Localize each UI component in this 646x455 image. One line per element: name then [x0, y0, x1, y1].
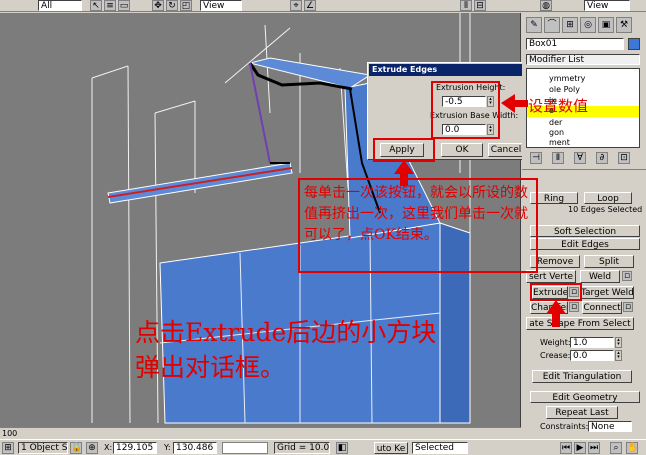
material-editor-icon[interactable]: ◍ [540, 0, 552, 11]
remove-modifier-icon[interactable]: ∂ [596, 152, 608, 164]
y-label: Y: [164, 443, 171, 452]
main-note-line1: 点击Extrude后边的小方块 [135, 318, 437, 347]
modify-tab-icon[interactable]: ⌒ [544, 17, 560, 33]
edit-geometry-rollout[interactable]: Edit Geometry [530, 391, 640, 403]
connect-settings-icon[interactable]: ▫ [623, 302, 633, 312]
dialog-titlebar[interactable]: Extrude Edges [369, 64, 525, 76]
x-label: X: [104, 443, 113, 452]
select-by-name-icon[interactable]: ≡ [104, 0, 116, 11]
split-button[interactable]: Split [584, 255, 634, 268]
rotate-icon[interactable]: ↻ [166, 0, 178, 11]
edit-triangulation-button[interactable]: Edit Triangulation [532, 370, 632, 383]
object-count-field: 1 Object S [18, 442, 68, 454]
weld-button[interactable]: Weld [580, 270, 620, 283]
z-field-icon[interactable] [222, 442, 268, 454]
configure-sets-icon[interactable]: ⊡ [618, 152, 630, 164]
stack-item-element[interactable]: ment [549, 138, 570, 147]
y-coordinate-field[interactable]: 130.486 [173, 442, 217, 454]
chamfer-button[interactable]: Chamfer [530, 301, 568, 314]
render-view-dropdown[interactable]: View [584, 0, 630, 11]
loop-button[interactable]: Loop [584, 192, 632, 204]
move-icon[interactable]: ✥ [152, 0, 164, 11]
constraints-dropdown[interactable]: None [588, 421, 632, 432]
main-note-line2: 弹出对话框。 [135, 353, 286, 382]
constraints-label: Constraints: [540, 422, 589, 431]
zoom-icon[interactable]: ⌕ [610, 442, 622, 454]
weight-spinner[interactable]: ▴ ▾ [615, 337, 622, 348]
stack-item-polygon[interactable]: gon [549, 128, 564, 137]
selection-filter-dropdown[interactable]: All [38, 0, 82, 11]
create-tab-icon[interactable]: ✎ [526, 17, 542, 33]
extrusion-values-highlight [431, 81, 500, 139]
cancel-button[interactable]: Cancel [488, 143, 524, 157]
edit-edges-rollout[interactable]: Edit Edges [530, 238, 640, 250]
pan-icon[interactable]: ✋ [626, 442, 638, 454]
chamfer-settings-icon[interactable]: ▫ [569, 302, 579, 312]
set-value-annotation: 设置数值 [528, 97, 589, 115]
crease-input[interactable]: 0.0 [570, 350, 614, 361]
play-icon[interactable]: ▶ [574, 442, 586, 454]
pin-stack-icon[interactable]: ⊣ [530, 152, 542, 164]
absolute-mode-icon[interactable]: ⊕ [86, 442, 98, 454]
go-to-end-icon[interactable]: ⏭ [588, 442, 600, 454]
connect-button[interactable]: Connect [582, 301, 622, 314]
weight-label: Weight: [540, 338, 571, 347]
show-end-result-icon[interactable]: Ⅱ [552, 152, 564, 164]
dialog-title: Extrude Edges [372, 65, 438, 74]
weight-input[interactable]: 1.0 [570, 337, 614, 348]
command-panel: ✎ ⌒ ⊞ ◎ ▣ ⚒ Box01 Modifier List ymmetry … [522, 13, 646, 432]
mirror-icon[interactable]: ⫴ [460, 0, 472, 11]
create-shape-button[interactable]: ate Shape From Select [526, 317, 634, 330]
hierarchy-tab-icon[interactable]: ⊞ [562, 17, 578, 33]
extrude-button-highlight [530, 283, 582, 301]
go-to-start-icon[interactable]: ⏮ [560, 442, 572, 454]
repeat-last-button[interactable]: Repeat Last [546, 406, 618, 419]
stack-item-editable-poly[interactable]: ole Poly [549, 85, 580, 94]
motion-tab-icon[interactable]: ◎ [580, 17, 596, 33]
maxscript-icon[interactable]: ⊞ [2, 442, 14, 454]
select-object-icon[interactable]: ↖ [90, 0, 102, 11]
angle-snap-icon[interactable]: ∠ [304, 0, 316, 11]
utilities-tab-icon[interactable]: ⚒ [616, 17, 632, 33]
weld-settings-icon[interactable]: ▫ [622, 271, 632, 281]
key-filter-dropdown[interactable]: Selected [412, 442, 468, 454]
crease-spinner[interactable]: ▴ ▾ [615, 350, 622, 361]
x-coordinate-field[interactable]: 129.105 [113, 442, 157, 454]
lock-selection-icon[interactable]: 🔒 [70, 442, 82, 454]
time-slider[interactable]: 100 [0, 427, 521, 439]
crease-label: Crease: [540, 351, 571, 360]
time-tag-icon[interactable]: ◧ [336, 442, 348, 454]
object-color-swatch[interactable] [628, 38, 640, 50]
select-region-icon[interactable]: ▭ [118, 0, 130, 11]
grid-field: Grid = 10.0 [274, 442, 330, 454]
soft-selection-rollout[interactable]: Soft Selection [530, 225, 640, 237]
align-icon[interactable]: ⊟ [474, 0, 486, 11]
apply-button-highlight [373, 138, 435, 162]
frame-counter: 100 [2, 429, 18, 438]
edges-selected-text: 10 Edges Selected [568, 205, 643, 214]
ok-button[interactable]: OK [441, 143, 483, 157]
stack-item-border[interactable]: der [549, 118, 562, 127]
target-weld-button[interactable]: Target Weld [580, 286, 634, 299]
make-unique-icon[interactable]: ∀ [574, 152, 586, 164]
snap-icon[interactable]: ⌖ [290, 0, 302, 11]
stack-item-symmetry[interactable]: ymmetry [549, 74, 585, 83]
scale-icon[interactable]: ◰ [180, 0, 192, 11]
object-name-field[interactable]: Box01 [526, 38, 624, 50]
status-bar: ⊞ 1 Object S 🔒 ⊕ X: 129.105 Y: 130.486 G… [0, 439, 646, 455]
main-toolbar: All ↖ ≡ ▭ ✥ ↻ ◰ View ⌖ ∠ ⫴ ⊟ ◍ View [0, 0, 646, 12]
auto-key-button[interactable]: uto Ke [374, 442, 408, 454]
display-tab-icon[interactable]: ▣ [598, 17, 614, 33]
separator [522, 169, 646, 170]
apply-note-text: 每单击一次该按钮，就会以所设的数值再挤出一次，这里我们单击一次就可以了，点OK结… [304, 185, 528, 243]
modifier-list-dropdown[interactable]: Modifier List [526, 54, 640, 65]
reference-coord-dropdown[interactable]: View [200, 0, 242, 11]
